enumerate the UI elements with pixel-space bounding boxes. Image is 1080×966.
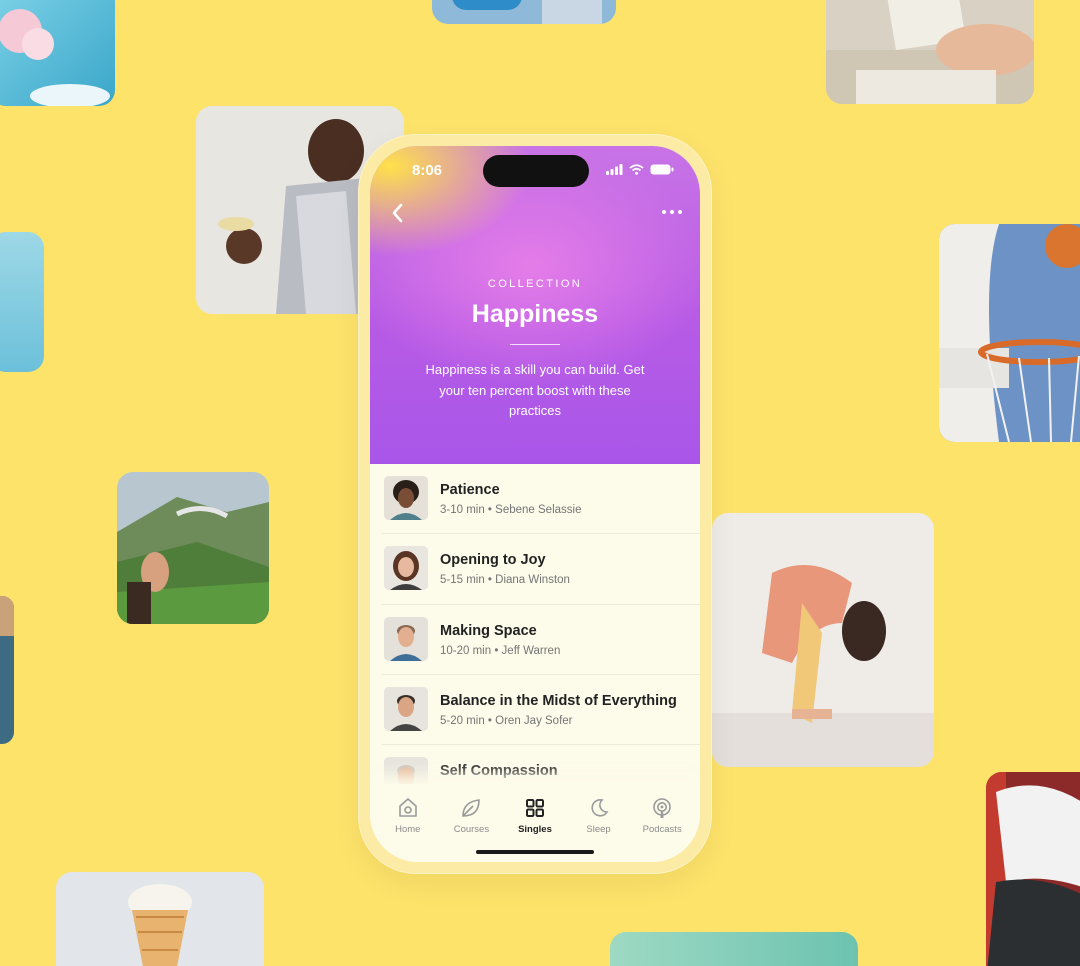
photo-tile-basketball bbox=[939, 224, 1080, 442]
moon-icon bbox=[590, 799, 609, 817]
list-item[interactable]: Balance in the Midst of Everything 5-20 … bbox=[382, 675, 700, 746]
photo-tile-pool bbox=[432, 0, 616, 24]
status-icons bbox=[606, 164, 674, 175]
collection-hero: 8:06 COLLECTION Happiness Happiness is a… bbox=[370, 146, 700, 464]
home-indicator bbox=[476, 850, 594, 854]
home-icon bbox=[398, 798, 417, 817]
battery-icon bbox=[650, 164, 674, 175]
phone-screen: 8:06 COLLECTION Happiness Happiness is a… bbox=[370, 146, 700, 862]
avatar bbox=[384, 476, 428, 520]
avatar bbox=[384, 616, 428, 661]
leaf-icon bbox=[462, 799, 481, 817]
meditation-list: Patience 3-10 min • Sebene Selassie Open… bbox=[370, 464, 700, 816]
status-time: 8:06 bbox=[412, 162, 443, 179]
photo-tile-blue-left bbox=[0, 232, 44, 372]
more-options-icon[interactable] bbox=[662, 210, 682, 214]
back-chevron-icon[interactable] bbox=[390, 202, 404, 224]
photo-tile-stretching-woman bbox=[712, 513, 934, 767]
photo-tile-ice-cream bbox=[56, 872, 264, 966]
photo-tile-left-edge bbox=[0, 596, 14, 744]
photo-tile-teal bbox=[610, 932, 858, 966]
photo-tile-shoe bbox=[986, 772, 1080, 966]
list-item[interactable]: Making Space 10-20 min • Jeff Warren bbox=[382, 605, 700, 675]
avatar bbox=[384, 686, 428, 731]
collection-description: Happiness is a skill you can build. Get … bbox=[425, 362, 645, 418]
dynamic-island bbox=[483, 155, 589, 187]
page-title: Happiness bbox=[471, 300, 599, 328]
title-divider bbox=[510, 344, 560, 345]
grid-icon bbox=[525, 799, 544, 817]
list-item[interactable]: Patience 3-10 min • Sebene Selassie bbox=[382, 464, 700, 535]
phone-frame: 8:06 COLLECTION Happiness Happiness is a… bbox=[358, 134, 712, 874]
tab-podcasts[interactable]: Podcasts bbox=[632, 796, 692, 862]
signal-icon bbox=[606, 164, 623, 175]
photo-tile-paraglider bbox=[117, 472, 269, 624]
photo-tile-reading bbox=[826, 0, 1034, 104]
podcast-icon bbox=[653, 798, 671, 818]
avatar bbox=[384, 546, 428, 591]
photo-tile-clouds bbox=[0, 0, 115, 106]
tab-home[interactable]: Home bbox=[378, 796, 438, 862]
collection-eyebrow: COLLECTION bbox=[487, 278, 583, 290]
wifi-icon bbox=[629, 164, 644, 175]
list-item[interactable]: Opening to Joy 5-15 min • Diana Winston bbox=[382, 534, 700, 605]
